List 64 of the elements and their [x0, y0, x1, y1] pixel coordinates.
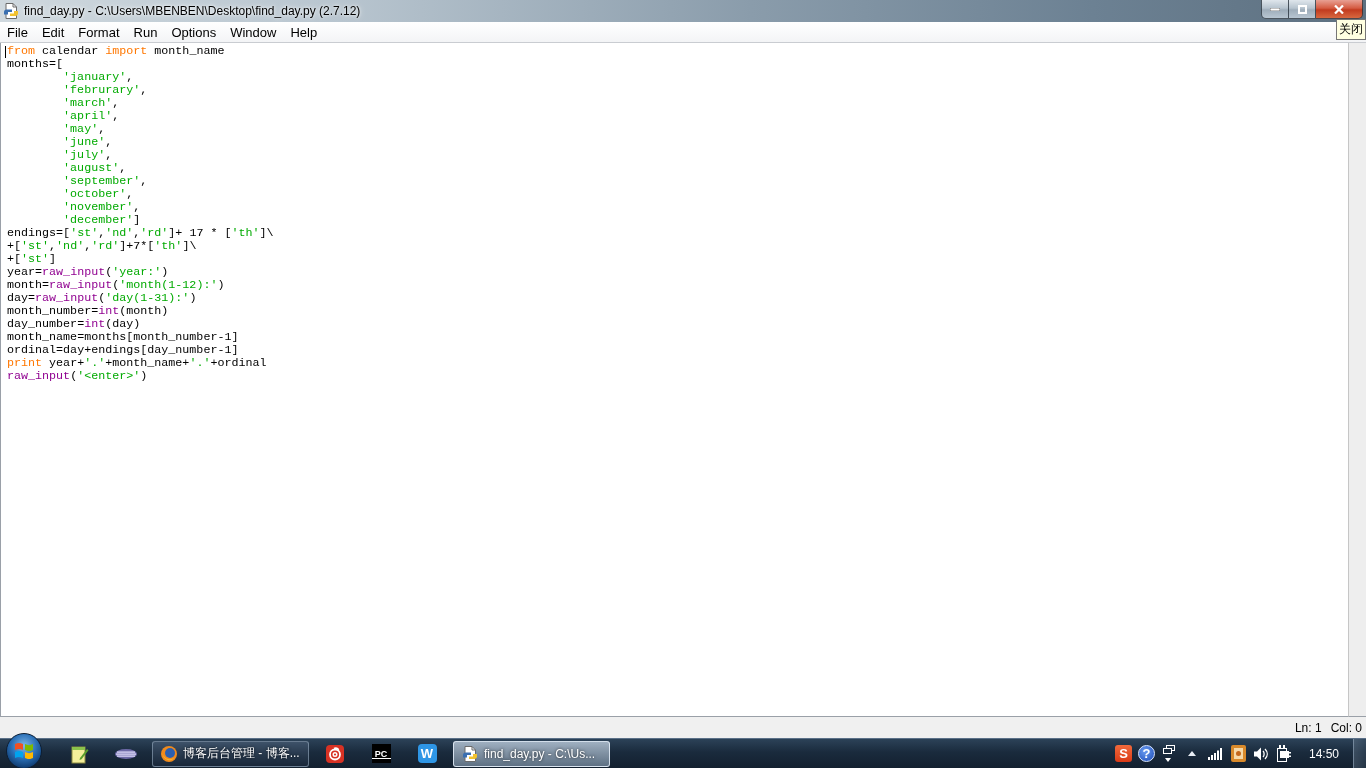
monitors-arrow-icon[interactable] [1163, 744, 1176, 763]
speaker-icon[interactable] [1254, 746, 1269, 761]
notepad-pencil-icon[interactable] [71, 743, 89, 764]
code-line: 'june', [63, 136, 113, 149]
code-line: 'september', [63, 175, 148, 188]
menu-item[interactable]: Edit [34, 23, 72, 41]
scrollbar-track[interactable] [1348, 43, 1366, 717]
code-line: day=raw_input('day(1-31):') [7, 292, 197, 305]
tooltip: 关闭 [1336, 19, 1366, 40]
code-line: 'july', [63, 149, 113, 162]
code-line: 'april', [63, 110, 120, 123]
code-line: 'august', [63, 162, 127, 175]
menu-item[interactable]: Window [223, 23, 284, 41]
code-line: 'january', [63, 71, 134, 84]
maximize-icon [1297, 4, 1307, 14]
input-method-button[interactable]: S [1114, 745, 1132, 762]
help-button[interactable]: ? [1137, 745, 1155, 762]
code-line: from calendar import month_name [7, 45, 225, 58]
code-line: +['st'] [7, 253, 57, 266]
power-plug-icon[interactable] [1277, 745, 1292, 762]
code-line: month_number=int(month) [7, 305, 169, 318]
code-line: month=raw_input('month(1-12):') [7, 279, 225, 292]
code-line: print year+'.'+month_name+'.'+ordinal [7, 357, 267, 370]
striped-oval-icon[interactable] [115, 748, 137, 759]
text-cursor [5, 46, 6, 58]
minimize-button[interactable] [1261, 0, 1289, 19]
menu-item[interactable]: Run [126, 23, 165, 41]
show-desktop-button[interactable] [1353, 739, 1366, 768]
code-line: 'december'] [63, 214, 141, 227]
menu-item[interactable]: File [0, 23, 35, 41]
code-line: months=[ [7, 58, 64, 71]
signal-bars-icon[interactable] [1208, 747, 1223, 760]
code-line: year=raw_input('year:') [7, 266, 169, 279]
swirl-tile-icon[interactable] [326, 744, 344, 763]
code-line: +['st','nd','rd']+7*['th']\ [7, 240, 197, 253]
menu-item[interactable]: Help [283, 23, 325, 41]
code-line: endings=['st','nd','rd']+ 17 * ['th']\ [7, 227, 274, 240]
taskbar-window-button[interactable]: 博客后台管理 - 博客... [152, 740, 309, 767]
maximize-button[interactable] [1289, 0, 1316, 19]
python-file-icon [462, 745, 478, 762]
code-line: raw_input('<enter>') [7, 370, 148, 383]
code-line: 'may', [63, 123, 106, 136]
line-number-text: Ln: 1 [1294, 720, 1322, 735]
app-tile-button[interactable]: PC [371, 744, 391, 763]
code-line: 'februrary', [63, 84, 148, 97]
column-number-text: Col: 0 [1330, 720, 1362, 735]
code-line: month_name=months[month_number-1] [7, 331, 239, 344]
clock[interactable]: 14:50 [1295, 746, 1353, 761]
code-line: 'november', [63, 201, 141, 214]
menu-item[interactable]: Options [164, 23, 224, 41]
minimize-icon [1270, 7, 1280, 11]
four-color-flag-icon [15, 742, 33, 759]
close-button[interactable] [1316, 0, 1363, 19]
up-triangle-icon[interactable] [1188, 751, 1197, 756]
globe-icon [161, 745, 177, 762]
python-file-icon [3, 3, 19, 19]
code-line: 'october', [63, 188, 134, 201]
window-title: find_day.py - C:\Users\MBENBEN\Desktop\find_day.py (2.7.12) [24, 4, 361, 18]
close-icon [1334, 4, 1344, 14]
document-tile-icon[interactable] [1230, 745, 1246, 762]
code-line: day_number=int(day) [7, 318, 141, 331]
code-line: ordinal=day+endings[day_number-1] [7, 344, 239, 357]
menu-item[interactable]: Format [71, 23, 127, 41]
code-line: 'march', [63, 97, 120, 110]
